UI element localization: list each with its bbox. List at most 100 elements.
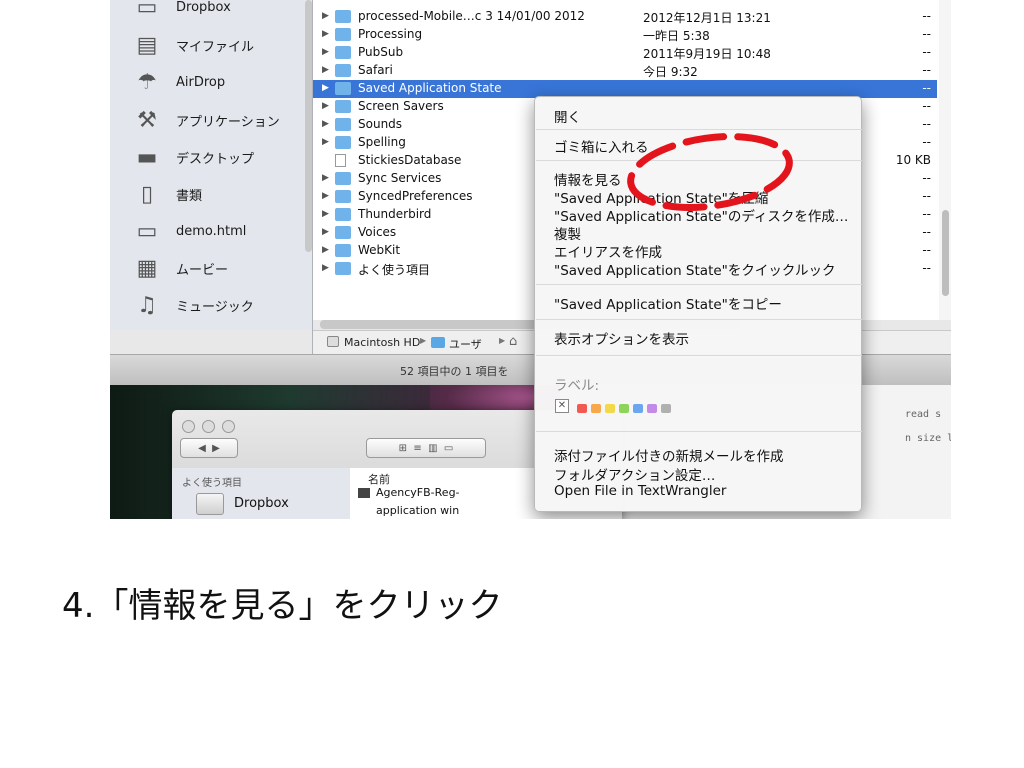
label-color-orange[interactable]: [591, 404, 601, 413]
label-none-icon[interactable]: ✕: [555, 399, 569, 413]
path-item-users[interactable]: ユーザ: [449, 336, 482, 352]
table-row[interactable]: ▶ processed-Mobile…c 3 14/01/00 2012 2012年…: [313, 8, 937, 26]
sidebar-item[interactable]: ▯ 書類: [132, 181, 202, 207]
airdrop-icon: ☂: [137, 69, 157, 95]
sidebar-item[interactable]: ⚒ アプリケーション: [132, 108, 280, 133]
folder-icon: [335, 118, 351, 131]
sidebar-item[interactable]: ▭ Dropbox: [132, 0, 231, 20]
menu-item-open-in-textwrangler[interactable]: Open File in TextWrangler: [554, 483, 726, 499]
folder-icon: [196, 493, 224, 515]
table-row[interactable]: ▶ Safari 今日 9:32 --: [313, 62, 937, 80]
instruction-caption: 4.「情報を見る」をクリック: [62, 586, 503, 626]
highlight-ellipse: [627, 133, 793, 211]
folder-icon: [335, 208, 351, 221]
folder-icon: [335, 46, 351, 59]
scrollbar-thumb[interactable]: [942, 210, 949, 296]
table-row[interactable]: ▶ PubSub 2011年9月19日 10:48 --: [313, 44, 937, 62]
sidebar-scrollbar[interactable]: [305, 0, 312, 252]
back-forward-buttons[interactable]: ◀ ▶: [180, 438, 238, 458]
menu-item-quick-look[interactable]: "Saved Application State"をクイックルック: [554, 259, 835, 279]
disclosure-triangle-icon[interactable]: ▶: [322, 227, 329, 237]
disclosure-triangle-icon[interactable]: ▶: [322, 263, 329, 273]
disclosure-triangle-icon[interactable]: ▶: [322, 47, 329, 57]
file-list-scrollbar[interactable]: [939, 0, 951, 320]
folder-icon: [335, 190, 351, 203]
list-item[interactable]: AgencyFB-Reg-: [376, 486, 460, 499]
disclosure-triangle-icon[interactable]: ▶: [322, 101, 329, 111]
sidebar-heading: よく使う項目: [182, 478, 242, 489]
disk-icon: [327, 336, 339, 347]
file-size: --: [922, 99, 931, 113]
sidebar-item-label: AirDrop: [176, 74, 226, 90]
disclosure-triangle-icon[interactable]: ▶: [322, 119, 329, 129]
sidebar-item-label: ミュージック: [176, 299, 254, 315]
menu-item-open[interactable]: 開く: [554, 106, 581, 126]
file-name: Screen Savers: [358, 99, 444, 113]
documents-icon: ▯: [140, 181, 154, 207]
label-color-blue[interactable]: [633, 404, 643, 413]
sidebar-item-dropbox[interactable]: Dropbox: [234, 496, 289, 511]
sidebar-item-label: デスクトップ: [176, 151, 255, 167]
folder-icon: [335, 28, 351, 41]
sidebar-item[interactable]: ▦ ムービー: [132, 256, 228, 281]
sidebar-item[interactable]: ☂ AirDrop: [132, 69, 226, 95]
sidebar-item[interactable]: ▬ デスクトップ: [132, 144, 255, 170]
file-name: Processing: [358, 27, 423, 41]
sidebar-item[interactable]: ♫ ミュージック: [132, 293, 254, 318]
disclosure-triangle-icon[interactable]: ▶: [322, 191, 329, 201]
folder-icon: [335, 226, 351, 239]
file-size: --: [922, 45, 931, 59]
label-color-red[interactable]: [577, 404, 587, 413]
file-name: processed-Mobile…c 3 14/01/00 2012: [358, 9, 585, 23]
menu-item-duplicate[interactable]: 複製: [554, 223, 581, 243]
zoom-button[interactable]: [222, 420, 235, 433]
disclosure-triangle-icon[interactable]: ▶: [322, 209, 329, 219]
menu-item-new-email-with-attachment[interactable]: 添付ファイル付きの新規メールを作成: [554, 445, 784, 465]
view-mode-buttons[interactable]: ⊞ ≡ ▥ ▭: [366, 438, 486, 458]
menu-item-show-view-options[interactable]: 表示オプションを表示: [554, 328, 689, 348]
disclosure-triangle-icon[interactable]: ▶: [322, 83, 329, 93]
menu-item-make-alias[interactable]: エイリアスを作成: [554, 241, 662, 261]
file-date: 一昨日 5:38: [643, 29, 710, 43]
label-color-purple[interactable]: [647, 404, 657, 413]
font-file-icon: [358, 488, 370, 498]
menu-item-get-info[interactable]: 情報を見る: [554, 169, 622, 189]
sidebar-item[interactable]: ▭ demo.html: [132, 219, 247, 244]
folder-icon: [431, 337, 445, 348]
folder-icon: [335, 262, 351, 275]
menu-separator: [536, 431, 862, 432]
label-color-gray[interactable]: [661, 404, 671, 413]
highlight-circle: [627, 133, 793, 211]
file-name: Voices: [358, 225, 397, 239]
file-size: --: [922, 243, 931, 257]
table-row[interactable]: ▶ Processing 一昨日 5:38 --: [313, 26, 937, 44]
file-size: --: [922, 63, 931, 77]
sidebar-item[interactable]: ▤ マイファイル: [132, 33, 255, 58]
finder-sidebar: ▭ Dropbox ▤ マイファイル ☂ AirDrop ⚒ アプリケーション ▬ デスクトップ ▯…: [110, 0, 312, 330]
list-item[interactable]: application win: [376, 504, 459, 517]
file-size: 10 KB: [895, 153, 931, 167]
menu-item-copy[interactable]: "Saved Application State"をコピー: [554, 293, 782, 313]
terminal-line: n size l: [905, 433, 951, 444]
menu-separator: [536, 355, 862, 356]
file-date: 2012年12月1日 13:21: [643, 11, 771, 25]
terminal-line: read s: [905, 409, 942, 420]
disclosure-triangle-icon[interactable]: ▶: [322, 137, 329, 147]
menu-item-folder-actions-setup[interactable]: フォルダアクション設定…: [554, 464, 715, 484]
path-separator-icon: ▶: [420, 336, 427, 345]
minimize-button[interactable]: [202, 420, 215, 433]
disclosure-triangle-icon[interactable]: ▶: [322, 29, 329, 39]
sidebar-item-label: マイファイル: [176, 39, 255, 55]
column-header-name[interactable]: 名前: [368, 471, 390, 487]
disclosure-triangle-icon[interactable]: ▶: [322, 245, 329, 255]
sidebar-item-label: アプリケーション: [176, 114, 280, 130]
label-color-green[interactable]: [619, 404, 629, 413]
label-color-yellow[interactable]: [605, 404, 615, 413]
disclosure-triangle-icon[interactable]: ▶: [322, 65, 329, 75]
disclosure-triangle-icon[interactable]: ▶: [322, 173, 329, 183]
file-size: --: [922, 225, 931, 239]
desktop-icon: ▬: [136, 144, 158, 170]
path-item-disk[interactable]: Macintosh HD: [344, 336, 420, 349]
disclosure-triangle-icon[interactable]: ▶: [322, 11, 329, 21]
close-button[interactable]: [182, 420, 195, 433]
